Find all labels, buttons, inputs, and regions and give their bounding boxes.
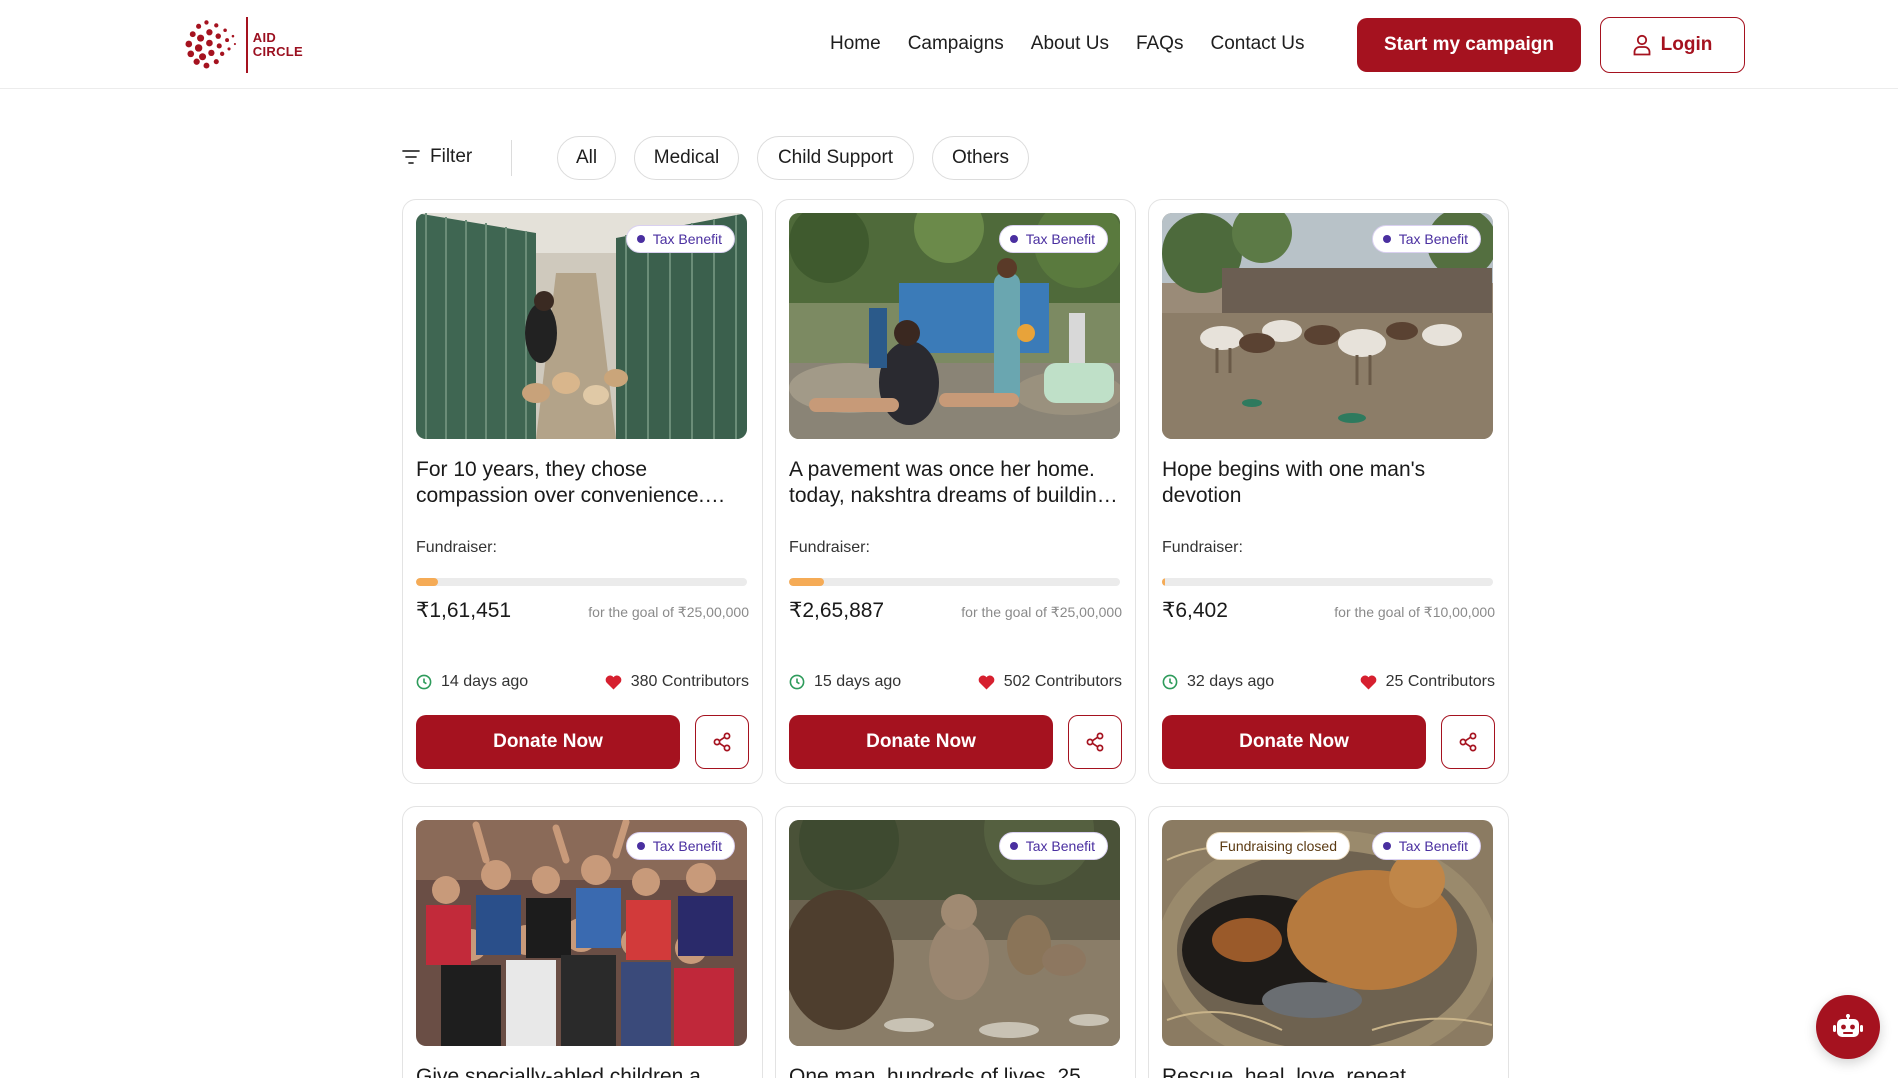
nav-home[interactable]: Home xyxy=(830,33,881,55)
goal-amount: for the goal of ₹25,00,000 xyxy=(961,604,1122,620)
aid-circle-logo[interactable]: AID CIRCLE xyxy=(179,14,303,76)
tax-benefit-badge: Tax Benefit xyxy=(998,225,1108,253)
campaign-card[interactable]: Tax Benefit For 10 years, they chose com… xyxy=(402,199,763,784)
chip-all[interactable]: All xyxy=(557,136,616,180)
fundraiser-label: Fundraiser: xyxy=(416,539,497,556)
share-button[interactable] xyxy=(695,715,749,769)
clock-icon xyxy=(789,674,805,690)
campaign-image-dog-kennel[interactable]: Tax Benefit xyxy=(416,213,747,439)
progress-fill xyxy=(789,578,825,586)
progress-fill xyxy=(416,578,438,586)
share-icon xyxy=(1086,732,1104,752)
tax-benefit-badge: Tax Benefit xyxy=(625,832,735,860)
filter-button[interactable]: Filter xyxy=(402,146,472,168)
contributors-count: 380 Contributors xyxy=(605,673,749,691)
campaign-image-monkeys[interactable]: Tax Benefit xyxy=(789,820,1120,1046)
share-icon xyxy=(713,732,731,752)
campaign-title[interactable]: Hope begins with one man's devotion xyxy=(1162,457,1493,509)
tax-benefit-badge: Tax Benefit xyxy=(1371,225,1481,253)
campaign-title[interactable]: For 10 years, they chose compassion over… xyxy=(416,457,747,509)
progress-bar xyxy=(789,578,1120,586)
contributors-count: 502 Contributors xyxy=(978,673,1122,691)
login-label: Login xyxy=(1660,34,1713,55)
badge-dot-icon xyxy=(1009,235,1018,243)
user-icon xyxy=(1633,34,1651,56)
badge-dot-icon xyxy=(1382,842,1391,850)
goal-amount: for the goal of ₹10,00,000 xyxy=(1334,604,1495,620)
campaign-image-dogs-basket[interactable]: Fundraising closed Tax Benefit xyxy=(1162,820,1493,1046)
progress-bar xyxy=(1162,578,1493,586)
campaign-card[interactable]: Tax Benefit Hope begins with one man's d… xyxy=(1148,199,1509,784)
campaign-card[interactable]: Tax Benefit Give specially-abled childre… xyxy=(402,806,763,1078)
contributors-count: 25 Contributors xyxy=(1360,673,1495,691)
nav-contact-us[interactable]: Contact Us xyxy=(1210,33,1304,55)
main-nav: Home Campaigns About Us FAQs Contact Us xyxy=(830,33,1331,55)
campaign-title[interactable]: Rescue, heal, love, repeat xyxy=(1162,1064,1493,1078)
share-button[interactable] xyxy=(1068,715,1122,769)
filter-icon xyxy=(402,150,420,164)
fundraiser-label: Fundraiser: xyxy=(789,539,870,556)
campaign-title[interactable]: One man, hundreds of lives, 25 xyxy=(789,1064,1120,1078)
nav-faqs[interactable]: FAQs xyxy=(1136,33,1184,55)
login-button[interactable]: Login xyxy=(1600,17,1745,73)
share-button[interactable] xyxy=(1441,715,1495,769)
amount-raised: ₹2,65,887 xyxy=(789,599,885,622)
chatbot-button[interactable] xyxy=(1816,995,1880,1059)
logo-dots-icon xyxy=(185,20,237,69)
campaign-image-children-group[interactable]: Tax Benefit xyxy=(416,820,747,1046)
campaign-title[interactable]: A pavement was once her home. today, nak… xyxy=(789,457,1120,509)
clock-icon xyxy=(1162,674,1178,690)
heart-icon xyxy=(978,675,995,689)
donate-now-button[interactable]: Donate Now xyxy=(1162,715,1426,769)
badge-dot-icon xyxy=(1382,235,1391,243)
fundraising-closed-badge: Fundraising closed xyxy=(1206,832,1350,860)
robot-icon xyxy=(1833,1014,1863,1037)
heart-icon xyxy=(605,675,622,689)
site-header: AID CIRCLE Home Campaigns About Us FAQs … xyxy=(0,0,1898,89)
logo-line2: CIRCLE xyxy=(252,44,303,59)
filter-label: Filter xyxy=(430,146,473,167)
logo-line1: AID xyxy=(252,30,277,45)
tax-benefit-badge: Tax Benefit xyxy=(1371,832,1481,860)
amount-raised: ₹1,61,451 xyxy=(416,599,512,622)
clock-icon xyxy=(416,674,432,690)
campaign-card[interactable]: Tax Benefit A pavement was once her home… xyxy=(775,199,1136,784)
campaign-card[interactable]: Tax Benefit One man, hundreds of lives, … xyxy=(775,806,1136,1078)
filter-divider xyxy=(511,140,512,176)
tax-benefit-badge: Tax Benefit xyxy=(625,225,735,253)
share-icon xyxy=(1459,732,1477,752)
chip-medical[interactable]: Medical xyxy=(634,136,739,180)
nav-campaigns[interactable]: Campaigns xyxy=(908,33,1004,55)
campaign-image-cow-shelter[interactable]: Tax Benefit xyxy=(1162,213,1493,439)
campaign-card[interactable]: Fundraising closed Tax Benefit Rescue, h… xyxy=(1148,806,1509,1078)
progress-bar xyxy=(416,578,747,586)
campaign-title[interactable]: Give specially-abled children a xyxy=(416,1064,747,1078)
start-campaign-button[interactable]: Start my campaign xyxy=(1357,18,1581,72)
campaign-image-children-playing[interactable]: Tax Benefit xyxy=(789,213,1120,439)
days-ago: 15 days ago xyxy=(789,673,901,691)
days-ago: 32 days ago xyxy=(1162,673,1274,691)
nav-about-us[interactable]: About Us xyxy=(1031,33,1109,55)
chip-child-support[interactable]: Child Support xyxy=(757,136,914,180)
heart-icon xyxy=(1360,675,1376,689)
tax-benefit-badge: Tax Benefit xyxy=(998,832,1108,860)
badge-dot-icon xyxy=(636,842,645,850)
badge-dot-icon xyxy=(636,235,645,243)
chip-others[interactable]: Others xyxy=(932,136,1029,180)
amount-raised: ₹6,402 xyxy=(1162,599,1228,622)
donate-now-button[interactable]: Donate Now xyxy=(789,715,1053,769)
donate-now-button[interactable]: Donate Now xyxy=(416,715,680,769)
progress-fill xyxy=(1162,578,1165,586)
badge-dot-icon xyxy=(1009,842,1018,850)
days-ago: 14 days ago xyxy=(416,673,528,691)
goal-amount: for the goal of ₹25,00,000 xyxy=(588,604,749,620)
fundraiser-label: Fundraiser: xyxy=(1162,539,1243,556)
